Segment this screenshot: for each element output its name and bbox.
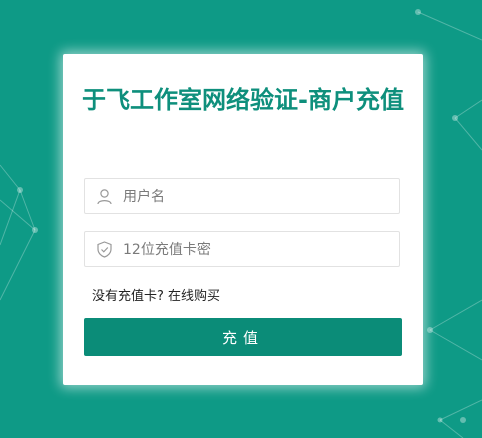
user-icon xyxy=(97,189,112,205)
buy-online-link[interactable]: 没有充值卡? 在线购买 xyxy=(92,285,220,304)
login-card: 于飞工作室网络验证-商户充值 没有充值卡? 在线购买 充值 xyxy=(63,54,423,385)
recharge-button[interactable]: 充值 xyxy=(84,318,402,356)
card-key-input[interactable] xyxy=(121,232,395,268)
username-field[interactable] xyxy=(84,178,400,215)
page-title: 于飞工作室网络验证-商户充值 xyxy=(82,86,404,114)
shield-icon xyxy=(97,241,112,258)
card-key-field[interactable] xyxy=(84,231,400,268)
username-input[interactable] xyxy=(121,179,395,215)
